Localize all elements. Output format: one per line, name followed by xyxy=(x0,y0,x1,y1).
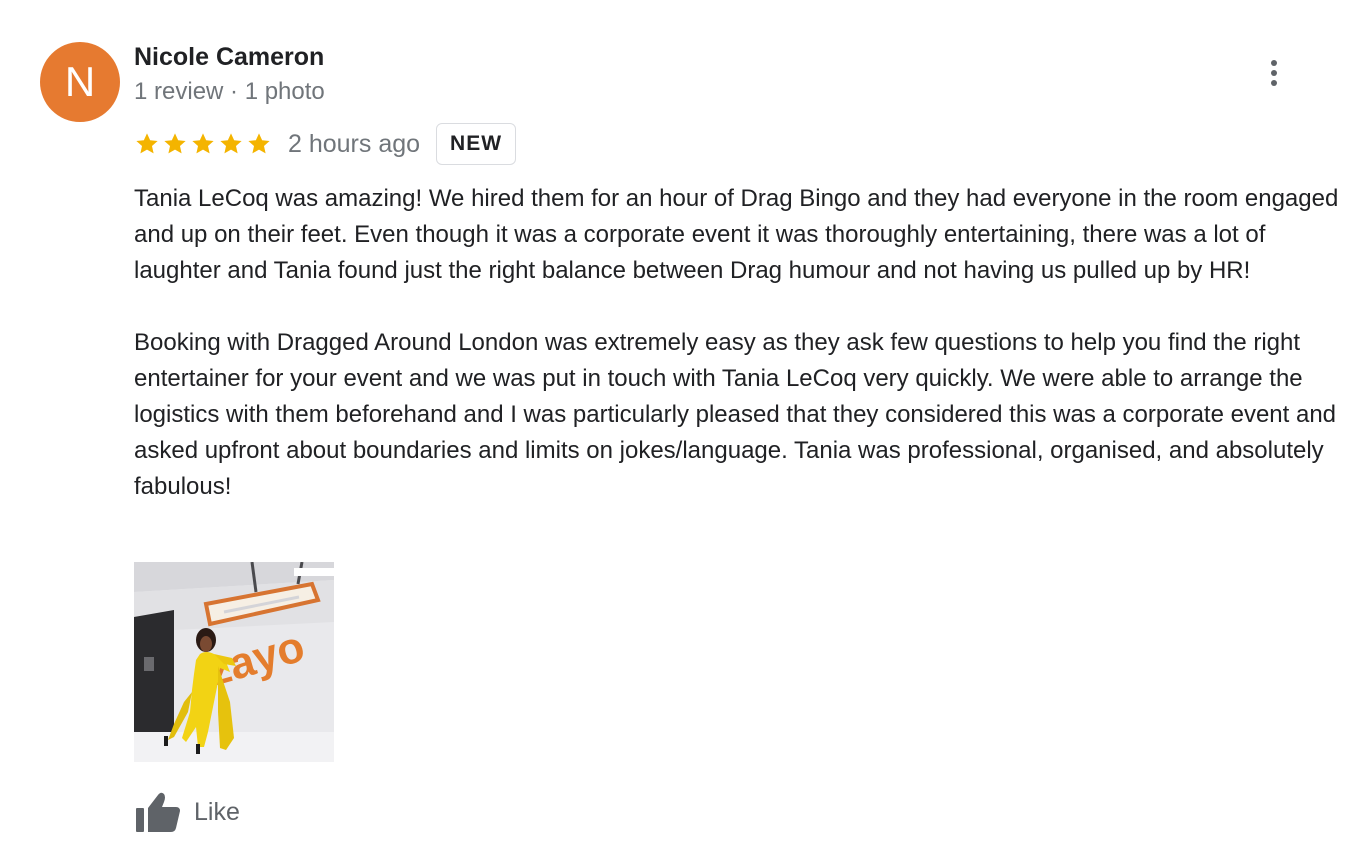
reviewer-name[interactable]: Nicole Cameron xyxy=(134,40,324,74)
more-vert-icon[interactable] xyxy=(1254,52,1294,94)
review-photo[interactable]: zayo xyxy=(134,562,334,762)
like-button[interactable]: Like xyxy=(134,790,240,834)
star-icon xyxy=(220,133,242,154)
new-badge: NEW xyxy=(436,123,517,165)
review-paragraph: Booking with Dragged Around London was e… xyxy=(134,329,1337,500)
like-label: Like xyxy=(194,797,240,826)
menu-dot xyxy=(1271,60,1277,66)
review-text: Tania LeCoq was amazing! We hired them f… xyxy=(134,181,1344,505)
rating-row: 2 hours ago NEW xyxy=(134,122,517,166)
menu-dot xyxy=(1271,80,1277,86)
review-paragraph: Tania LeCoq was amazing! We hired them f… xyxy=(134,185,1339,284)
reviewer-meta: 1 review · 1 photo xyxy=(134,78,325,105)
star-icon xyxy=(192,133,214,154)
star-icon xyxy=(164,133,186,154)
avatar[interactable]: N xyxy=(40,42,120,122)
thumbs-up-icon xyxy=(136,792,180,832)
review-time: 2 hours ago xyxy=(288,129,421,158)
star-rating xyxy=(134,131,272,157)
review-card: N Nicole Cameron 1 review · 1 photo 2 ho… xyxy=(0,0,1358,866)
menu-dot xyxy=(1271,70,1277,76)
star-icon xyxy=(136,133,158,154)
review-photo-image: zayo xyxy=(134,562,334,762)
star-icon xyxy=(248,133,270,154)
